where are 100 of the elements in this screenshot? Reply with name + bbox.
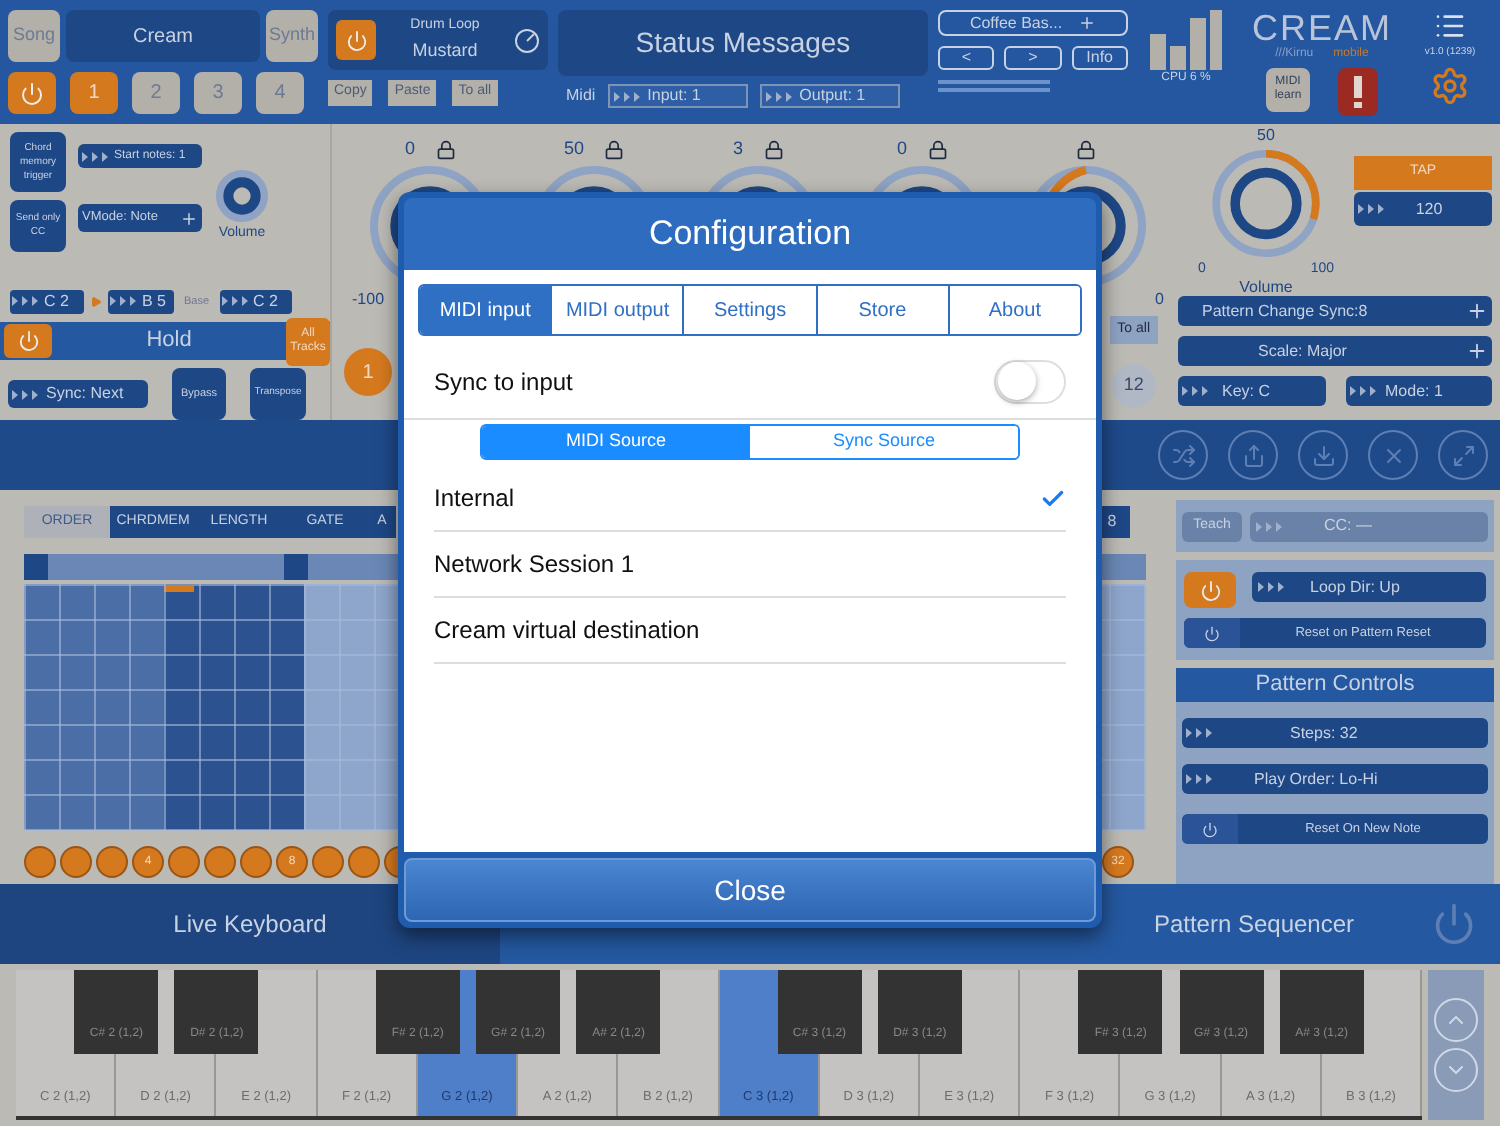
loop-power-button[interactable]: [1184, 572, 1236, 608]
pattern-controls-header: Pattern Controls: [1176, 668, 1494, 702]
range-low-field[interactable]: C 2: [10, 289, 84, 314]
arrows-icon: [1258, 582, 1286, 592]
step-button[interactable]: [96, 846, 128, 878]
power-button[interactable]: [336, 20, 376, 60]
knob: [214, 168, 270, 224]
source-item[interactable]: Network Session 1: [434, 532, 1066, 598]
knob-value: 0: [1155, 288, 1164, 312]
scroll-up-icon[interactable]: [1434, 998, 1478, 1042]
steps-field[interactable]: Steps: 32: [1182, 718, 1488, 748]
plus-icon: [1466, 340, 1488, 362]
step-button[interactable]: [60, 846, 92, 878]
hold-label: Hold: [144, 326, 194, 357]
close-icon[interactable]: [1368, 430, 1418, 480]
arrows-icon: [1186, 728, 1214, 738]
step-button[interactable]: [240, 846, 272, 878]
cpu-meter-icon: [1146, 10, 1226, 70]
menu-icon[interactable]: [1434, 10, 1466, 42]
drum-loop-name: Mustard: [412, 37, 478, 63]
sync-toggle[interactable]: [994, 359, 1066, 403]
source-item[interactable]: Cream virtual destination: [434, 598, 1066, 664]
range-high-field[interactable]: B 5: [108, 289, 174, 314]
step-indicator: 1: [344, 348, 392, 396]
knob-min-label: -100: [352, 288, 385, 312]
lock-icon[interactable]: [604, 140, 624, 160]
knob-value: 0: [896, 136, 907, 163]
dial-icon: [514, 27, 540, 53]
pattern-change-sync-field[interactable]: Pattern Change Sync:8: [1178, 296, 1492, 326]
settings-icon[interactable]: [1430, 65, 1470, 105]
source-item[interactable]: Internal: [434, 466, 1066, 532]
arrow-icon: [90, 295, 102, 308]
knob-value: 50: [563, 136, 584, 163]
arrows-icon: [1186, 774, 1214, 784]
arrows-icon: [12, 296, 40, 307]
power-icon: [20, 81, 44, 105]
dialog-tab[interactable]: MIDI input: [420, 286, 551, 334]
step-button[interactable]: [24, 846, 56, 878]
shuffle-icon[interactable]: [1158, 430, 1208, 480]
source-segment[interactable]: MIDI Source: [482, 426, 750, 458]
knob: [1208, 148, 1324, 259]
midi-output-field[interactable]: Output: 1: [759, 84, 900, 108]
cc-field[interactable]: CC: —: [1250, 511, 1488, 541]
power-icon: [1199, 579, 1221, 601]
plus-icon: [1078, 14, 1097, 32]
volume-max-value: 50: [1257, 124, 1275, 148]
key-field[interactable]: Key: C: [1178, 376, 1325, 406]
power-icon[interactable]: [1432, 902, 1476, 946]
arrows-icon: [221, 296, 250, 307]
power-icon: [1202, 821, 1218, 837]
step-indicator: 12: [1111, 364, 1156, 408]
arrows-icon: [1358, 204, 1386, 214]
lock-icon[interactable]: [763, 140, 783, 160]
progress-lines-drawing: [938, 80, 1050, 92]
loop-direction-field[interactable]: Loop Dir: Up: [1252, 572, 1486, 602]
alert-icon[interactable]: [1338, 68, 1378, 116]
track-button[interactable]: 1: [70, 72, 118, 114]
step-button[interactable]: [204, 846, 236, 878]
step-button[interactable]: [348, 846, 380, 878]
sync-to-input-label: Sync to input: [434, 365, 573, 399]
power-button[interactable]: [8, 72, 56, 114]
download-icon[interactable]: [1298, 430, 1348, 480]
knob-value: 0: [404, 136, 415, 163]
lock-icon[interactable]: [1076, 140, 1096, 160]
nav-button[interactable]: Info: [1071, 46, 1128, 70]
scroll-down-icon[interactable]: [1434, 1048, 1478, 1092]
preset-selector[interactable]: Coffee Bas...: [938, 10, 1128, 36]
dialog-tab[interactable]: About: [947, 286, 1080, 334]
plus-icon: [180, 209, 198, 227]
scale-field[interactable]: Scale: Major: [1178, 336, 1492, 366]
plus-icon: [1466, 300, 1488, 322]
lock-icon[interactable]: [927, 140, 947, 160]
close-button[interactable]: Close: [404, 858, 1096, 922]
lock-icon[interactable]: [435, 140, 455, 160]
dialog-title: Configuration: [404, 198, 1096, 270]
nav-button[interactable]: >: [1004, 46, 1062, 70]
volume-label: Volume: [1239, 280, 1293, 296]
tempo-field[interactable]: 120: [1354, 192, 1492, 226]
share-icon[interactable]: [1228, 430, 1278, 480]
song-name: Cream: [66, 10, 260, 62]
arrows-icon: [12, 389, 40, 399]
arrows-icon: [110, 296, 138, 307]
status-messages-title: Status Messages: [558, 10, 928, 76]
knob-value: 3: [732, 136, 743, 163]
power-button[interactable]: [4, 324, 52, 358]
expand-icon[interactable]: [1438, 430, 1488, 480]
play-order-field[interactable]: Play Order: Lo-Hi: [1182, 764, 1488, 794]
step-button[interactable]: [168, 846, 200, 878]
nav-button[interactable]: <: [938, 46, 995, 70]
power-icon: [17, 330, 39, 352]
mode-field[interactable]: Mode: 1: [1345, 376, 1492, 406]
arrows-icon: [765, 91, 794, 101]
midi-label: Midi: [564, 84, 596, 108]
arrows-icon: [82, 151, 110, 161]
logo-text: CREAM: [1251, 10, 1392, 46]
power-icon: [345, 29, 367, 51]
base-field[interactable]: C 2: [219, 289, 292, 314]
sync-field[interactable]: Sync: Next: [8, 380, 148, 408]
step-button[interactable]: [312, 846, 344, 878]
midi-input-field[interactable]: Input: 1: [607, 84, 748, 108]
